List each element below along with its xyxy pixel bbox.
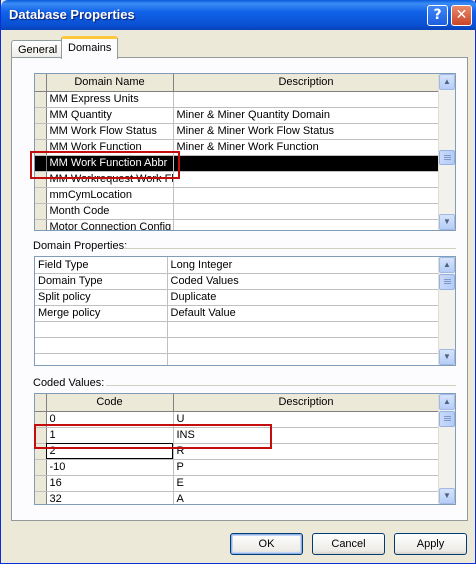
cancel-button[interactable]: Cancel [312,533,385,555]
help-button[interactable]: ? [427,5,448,26]
scroll-up-arrow-icon[interactable]: ▲ [439,394,455,410]
domain-row[interactable]: mmCymLocation [35,187,440,204]
property-row[interactable] [35,337,440,354]
domain-properties-label: Domain Properties: [33,240,128,252]
coded-value-row[interactable]: 32 A [35,491,440,504]
scroll-thumb[interactable] [439,411,455,427]
scroll-down-arrow-icon[interactable]: ▼ [439,214,455,230]
column-header-description[interactable]: Description [173,74,440,92]
coded-value-row[interactable]: 16 E [35,475,440,492]
property-row[interactable]: Domain Type Coded Values [35,273,440,290]
ok-button[interactable]: OK [230,533,303,555]
row-header-corner [35,394,47,412]
scroll-up-arrow-icon[interactable]: ▲ [439,74,455,90]
column-header-description[interactable]: Description [173,394,440,412]
domain-row[interactable]: MM Workrequest Work Fl [35,171,440,188]
database-properties-dialog: Database Properties ? ✕ General Domains … [0,0,476,564]
row-header-corner [35,74,47,92]
column-header-domain-name[interactable]: Domain Name [46,74,174,92]
domains-tab-panel: Domain Name Description MM Express Units… [11,57,468,521]
scroll-thumb[interactable] [439,274,455,290]
coded-value-row[interactable]: -10 P [35,459,440,476]
apply-button[interactable]: Apply [394,533,467,555]
tab-domains[interactable]: Domains [61,36,119,59]
domain-row[interactable]: MM Work Function Miner & Miner Work Funct… [35,139,440,156]
property-row[interactable]: Split policy Duplicate [35,289,440,306]
property-row[interactable] [35,321,440,338]
scroll-up-arrow-icon[interactable]: ▲ [439,257,455,273]
domains-scrollbar[interactable]: ▲ ▼ [438,74,455,230]
domain-row[interactable]: MM Work Flow Status Miner & Miner Work Fl… [35,123,440,140]
scroll-down-arrow-icon[interactable]: ▼ [439,488,455,504]
domain-row-selected[interactable]: MM Work Function Abbr [35,155,440,172]
coded-value-row[interactable]: 0U [35,411,440,428]
domain-row[interactable]: Month Code [35,203,440,220]
coded-values-grid[interactable]: Code Description 0U 1 INS 2R -10 P 16 E 32 A… [34,393,456,505]
title-bar[interactable]: Database Properties ? ✕ [1,0,476,30]
domain-properties-grid[interactable]: Field Type Long Integer Domain Type Coded … [34,256,456,366]
property-row[interactable]: Merge policy Default Value [35,305,440,322]
property-row[interactable]: Field Type Long Integer [35,257,440,274]
close-button[interactable]: ✕ [451,5,472,26]
coded-value-row[interactable]: 1 INS [35,427,440,444]
divider [106,385,456,386]
coded-values-scrollbar[interactable]: ▲ ▼ [438,394,455,504]
property-row[interactable] [35,353,440,365]
domain-row[interactable]: Motor Connection Config [35,219,440,230]
column-header-code[interactable]: Code [46,394,174,412]
domains-grid[interactable]: Domain Name Description MM Express Units… [34,73,456,231]
divider [123,248,456,249]
coded-values-label: Coded Values: [33,377,105,389]
domain-properties-scrollbar[interactable]: ▲ ▼ [438,257,455,365]
domain-row[interactable]: MM Express Units [35,91,440,108]
window-title: Database Properties [9,7,135,22]
domain-row[interactable]: MM Quantity Miner & Miner Quantity Domain [35,107,440,124]
scroll-down-arrow-icon[interactable]: ▼ [439,349,455,365]
scroll-thumb[interactable] [439,150,455,165]
coded-value-row[interactable]: 2R [35,443,440,460]
